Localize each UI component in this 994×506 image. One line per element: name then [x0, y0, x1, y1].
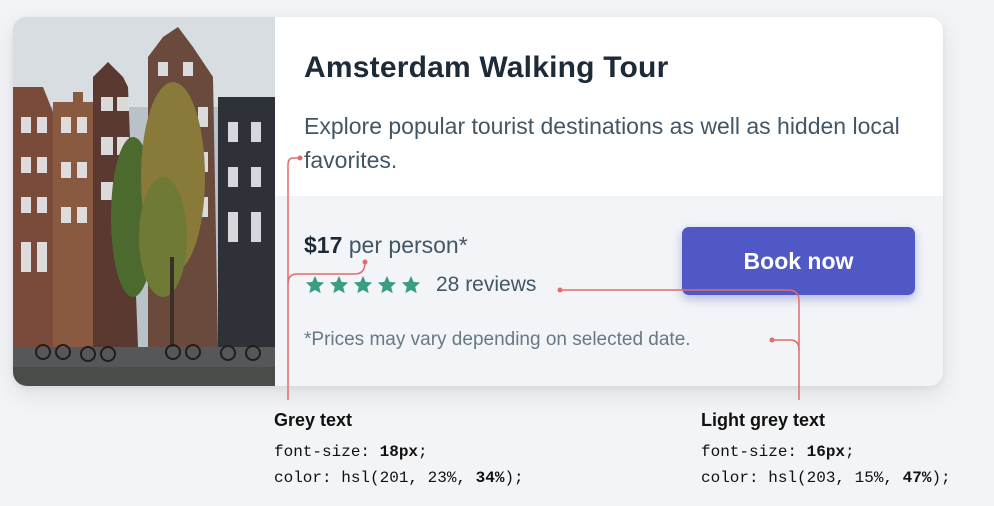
code-prop: color: hsl(203, 15%,: [701, 469, 903, 487]
code-prop: font-size:: [701, 443, 807, 461]
code-prop: font-size:: [274, 443, 380, 461]
code-prop: color: hsl(201, 23%,: [274, 469, 476, 487]
price-disclaimer: *Prices may vary depending on selected d…: [304, 329, 691, 350]
code-value: 34%: [475, 469, 505, 487]
annotation-grey-text: Grey text font-size: 18px; color: hsl(20…: [274, 410, 524, 491]
annotation-heading: Grey text: [274, 410, 353, 430]
code-value: 18px: [379, 443, 419, 461]
card-header: Amsterdam Walking Tour Explore popular t…: [275, 17, 943, 196]
code-value: 47%: [902, 469, 932, 487]
annotation-code: font-size: 16px; color: hsl(203, 15%, 47…: [701, 439, 951, 491]
tour-card: Amsterdam Walking Tour Explore popular t…: [13, 17, 943, 386]
annotation-code: font-size: 18px; color: hsl(201, 23%, 34…: [274, 439, 524, 491]
star-icon: [353, 275, 373, 294]
price-amount: $17: [304, 232, 343, 258]
star-icon: [401, 275, 421, 294]
price-unit: per person*: [348, 232, 468, 258]
annotation-heading: Light grey text: [701, 410, 826, 430]
star-icon: [305, 275, 325, 294]
code-semicolon: ;: [418, 443, 428, 461]
code-value: 16px: [806, 443, 846, 461]
code-semicolon: );: [931, 469, 951, 487]
star-rating: [304, 274, 422, 296]
tour-description: Explore popular tourist destinations as …: [304, 113, 900, 173]
rating: 28 reviews: [304, 273, 536, 297]
card-footer: $17 per person* 28 reviews *Prices may v…: [275, 196, 943, 386]
book-now-button[interactable]: Book now: [682, 227, 915, 295]
tour-title: Amsterdam Walking Tour: [304, 51, 669, 84]
reviews-count[interactable]: 28 reviews: [436, 273, 536, 297]
annotation-light-grey-text: Light grey text font-size: 16px; color: …: [701, 410, 951, 491]
price: $17 per person*: [304, 232, 468, 259]
tour-photo: [13, 17, 275, 386]
code-semicolon: ;: [845, 443, 855, 461]
code-semicolon: );: [504, 469, 524, 487]
star-icon: [329, 275, 349, 294]
star-icon: [377, 275, 397, 294]
